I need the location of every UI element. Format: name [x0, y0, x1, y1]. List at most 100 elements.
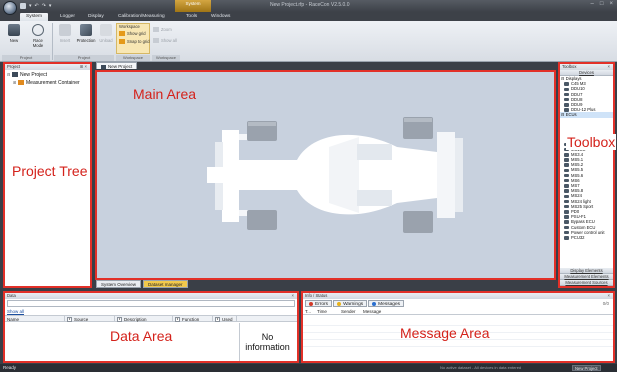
device-icon [564, 173, 569, 178]
status-project-selector[interactable]: New Project [572, 365, 601, 371]
toolbox-panel: Toolbox × Devices ⊟ Displays C45 M3 DDU1… [558, 62, 615, 288]
device-icon [564, 108, 569, 112]
tyre-rear-right [403, 211, 433, 233]
message-title: Info / Status [305, 293, 328, 298]
tab-tools[interactable]: Tools [186, 13, 197, 21]
tab-warnings[interactable]: Warnings [333, 300, 368, 307]
save-icon[interactable] [20, 3, 26, 9]
show-all-button[interactable]: Show all [153, 37, 177, 44]
unload-icon [100, 24, 112, 36]
close-icon[interactable]: × [609, 1, 613, 7]
message-row [303, 340, 613, 347]
tab-warnings-label: Warnings [343, 302, 364, 307]
unload-label: Unload [99, 38, 113, 43]
tree-item-new-project[interactable]: ⊟ New Project [7, 71, 88, 79]
group-collapse-icon[interactable]: ⊟ [561, 112, 565, 117]
undo-icon[interactable]: ↶ [35, 3, 39, 9]
col-used-label: Used [222, 317, 233, 322]
tab-windows[interactable]: Windows [211, 13, 230, 21]
app-menu-button[interactable] [3, 1, 17, 15]
toolbox-header: Toolbox × [560, 64, 613, 70]
pin-icon[interactable]: ⊞ × [80, 64, 87, 70]
container-icon [18, 80, 24, 86]
race-mode-button[interactable]: Race Mode [28, 24, 48, 52]
filter-dropdown-icon[interactable]: ▾ [117, 317, 122, 323]
tab-display[interactable]: Display [88, 13, 104, 21]
col-name-label: Name [7, 317, 20, 322]
tree-item-measurement-container[interactable]: ⊞ Measurement Container [7, 79, 88, 87]
system-overview-icon [101, 64, 106, 69]
device-icon [564, 153, 569, 157]
show-all-link[interactable]: Show all [5, 308, 297, 315]
tab-new-project[interactable]: New Project [96, 62, 138, 69]
device-icon [564, 97, 569, 102]
zoom-icon [153, 27, 159, 33]
tab-system[interactable]: System [20, 13, 48, 21]
tab-logger[interactable]: Logger [60, 13, 75, 21]
close-icon[interactable]: × [608, 64, 610, 70]
protection-label: Protection [76, 38, 96, 43]
data-header: Data × [5, 293, 297, 299]
filter-dropdown-icon[interactable]: ▾ [67, 317, 72, 323]
message-counter: 0/0 [602, 301, 609, 306]
data-search-input[interactable] [7, 300, 295, 307]
quick-access-toolbar: ▾ ↶ ↷ ▾ [20, 2, 51, 10]
col-message[interactable]: Message [361, 308, 421, 314]
tyre-front-right [247, 210, 277, 230]
toolbox-list: ⊟ Displays C45 M3 DDU10 DDU7 DDU8 DDU9 D… [560, 76, 613, 240]
tab-calibration-measuring[interactable]: Calibration/Measuring [118, 13, 165, 21]
redo-icon[interactable]: ↷ [42, 3, 46, 9]
snap-icon [119, 39, 125, 45]
tab-errors[interactable]: Errors [305, 300, 333, 307]
new-button-label: New [9, 38, 19, 43]
col-time[interactable]: Time [315, 308, 339, 314]
data-panel: Data × Show all Name ▾ Source ▾ Descriptio… [3, 291, 299, 363]
ecu-list: MS15.1MS15.2MS3.4MS5.1MS5.2MS5.5MS5.6MS6… [560, 142, 613, 241]
project-tree: ⊟ New Project ⊞ Measurement Container [5, 70, 90, 88]
qat-dropdown-icon[interactable]: ▾ [49, 3, 52, 9]
group-label: ECUs [565, 112, 577, 118]
insert-button[interactable]: Insert [55, 24, 75, 52]
new-button[interactable]: New [4, 24, 24, 52]
toolbox-item[interactable]: PCU32 [560, 235, 613, 240]
protection-button[interactable]: Protection [76, 24, 96, 52]
device-icon [564, 215, 569, 219]
col-sender[interactable]: Sender [339, 308, 361, 314]
tab-messages[interactable]: Messages [368, 300, 405, 307]
device-icon [564, 178, 569, 183]
no-information-text: No information [239, 323, 295, 361]
device-icon [564, 204, 569, 209]
toolbox-category-measurement-sources[interactable]: Measurement Sources [560, 280, 613, 286]
tab-dataset-manager[interactable]: Dataset manager [143, 280, 188, 288]
tree-item-label: New Project [20, 72, 47, 78]
tree-item-label: Measurement Container [26, 80, 80, 86]
col-description-label: Description [124, 317, 147, 322]
snap-to-grid-toggle[interactable]: Snap to grid [119, 38, 150, 45]
status-text: Ready [3, 365, 17, 370]
data-column-header: Name ▾ Source ▾ Description ▾ Function ▾ Use… [5, 315, 297, 323]
filter-dropdown-icon[interactable]: ▾ [175, 317, 180, 323]
tab-system-overview[interactable]: System Overview [96, 280, 142, 288]
col-used[interactable]: ▾ Used [213, 316, 237, 323]
grid-icon [119, 31, 125, 37]
show-grid-toggle[interactable]: Show grid [119, 30, 146, 37]
new-document-icon [8, 24, 20, 36]
col-function[interactable]: ▾ Function [173, 316, 213, 323]
group-label-project: Project [2, 55, 50, 61]
col-description[interactable]: ▾ Description [115, 316, 173, 323]
window-title: New Project.rfp - RaceCon V2.5.0.0 [270, 2, 350, 8]
annotation-main-area: Main Area [133, 86, 197, 102]
context-tab: System [175, 0, 211, 12]
col-type[interactable]: T... [303, 308, 315, 314]
maximize-icon[interactable]: □ [600, 1, 604, 7]
minimize-icon[interactable]: – [591, 1, 594, 7]
close-icon[interactable]: × [292, 293, 294, 299]
device-icon [564, 194, 569, 199]
zoom-button[interactable]: Zoom [153, 26, 172, 33]
insert-label: Insert [59, 38, 71, 43]
filter-dropdown-icon[interactable]: ▾ [215, 317, 220, 323]
col-source[interactable]: ▾ Source [65, 316, 115, 323]
unload-button[interactable]: Unload [96, 24, 116, 52]
qat-item[interactable]: ▾ [29, 3, 32, 9]
col-name[interactable]: Name [5, 316, 65, 322]
